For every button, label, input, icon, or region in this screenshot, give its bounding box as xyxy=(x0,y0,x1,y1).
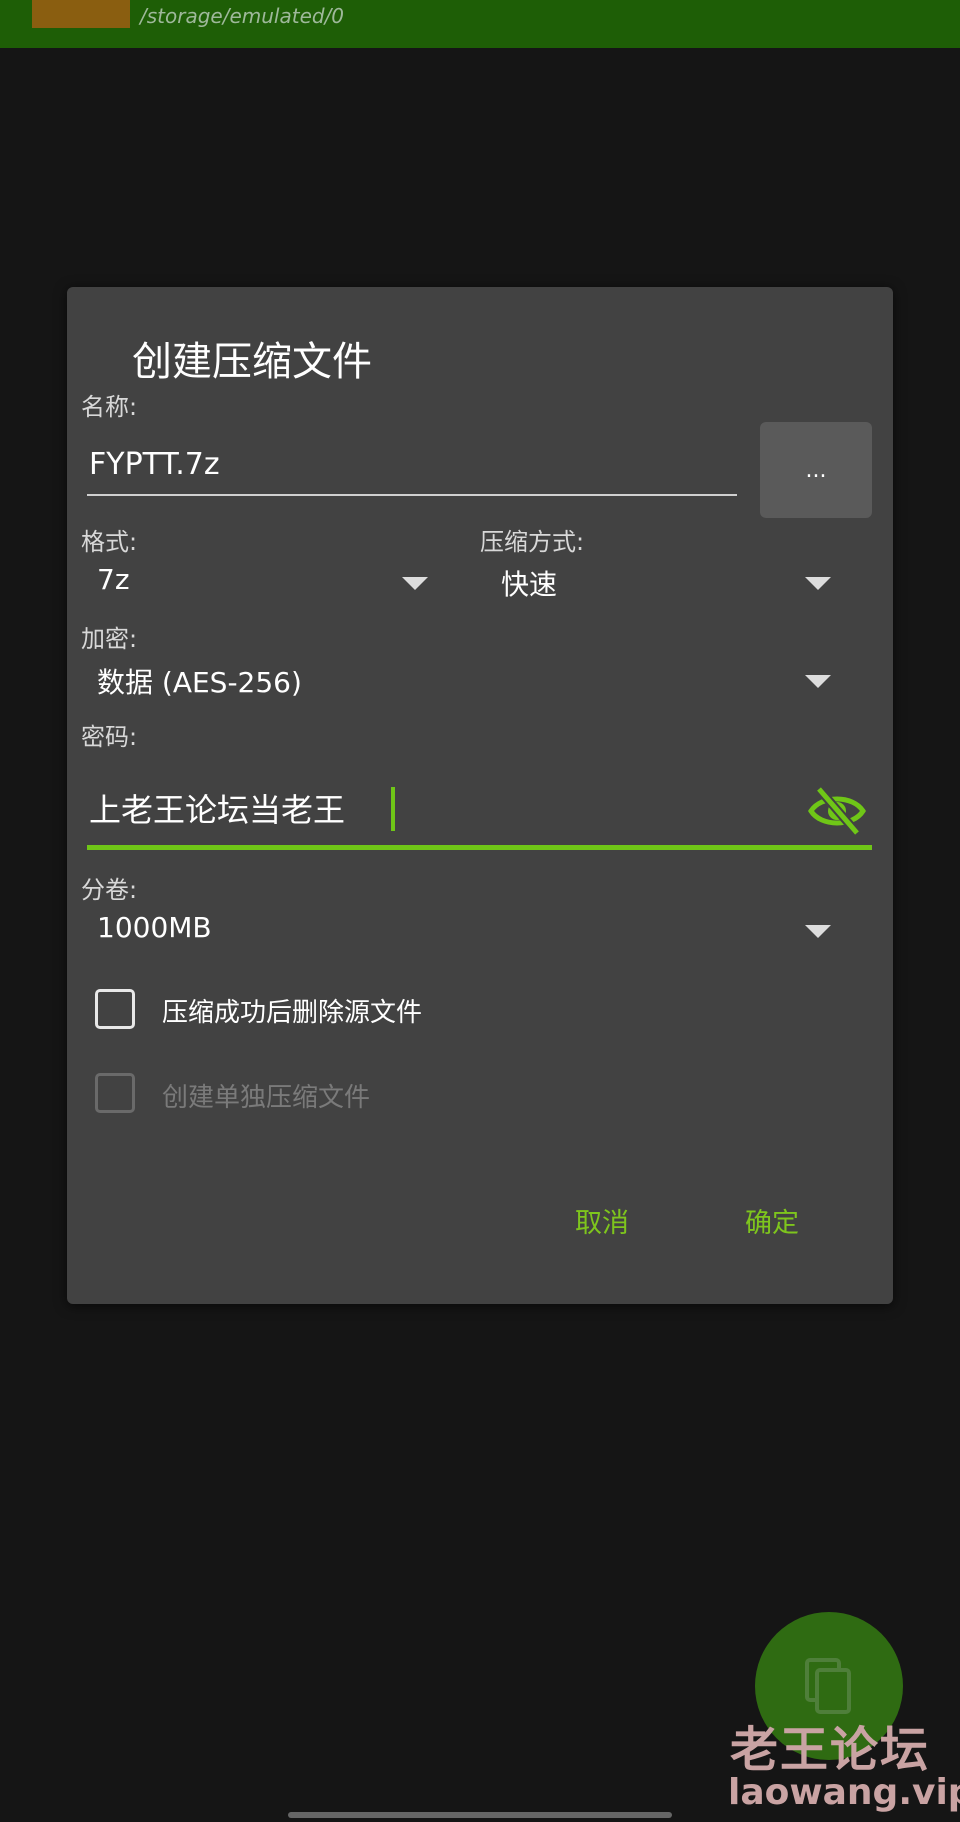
ok-button[interactable]: 确定 xyxy=(745,1201,799,1240)
separate-archives-checkbox xyxy=(95,1073,135,1113)
volume-dropdown[interactable]: 1000MB xyxy=(87,905,872,955)
method-label: 压缩方式: xyxy=(480,528,585,556)
dialog-title: 创建压缩文件 xyxy=(132,339,372,385)
current-path: /storage/emulated/0 xyxy=(140,4,345,28)
format-dropdown[interactable]: 7z xyxy=(87,557,457,607)
volume-value: 1000MB xyxy=(97,911,212,944)
method-dropdown[interactable]: 快速 xyxy=(487,557,872,607)
encryption-label: 加密: xyxy=(81,625,138,653)
volume-label: 分卷: xyxy=(81,876,138,904)
delete-source-checkbox[interactable] xyxy=(95,989,135,1029)
topbar-tab-indicator xyxy=(32,0,130,28)
watermark-title: 老王论坛 xyxy=(730,1722,931,1778)
top-bar: /storage/emulated/0 xyxy=(0,0,960,48)
text-cursor xyxy=(391,787,395,831)
copy-icon xyxy=(805,1658,851,1714)
password-label: 密码: xyxy=(81,723,138,751)
name-input[interactable]: FYPTT.7z xyxy=(89,447,220,482)
name-label: 名称: xyxy=(81,393,138,421)
method-value: 快速 xyxy=(501,568,558,601)
browse-button[interactable]: ... xyxy=(760,422,872,518)
home-indicator[interactable] xyxy=(288,1812,672,1818)
separate-archives-label: 创建单独压缩文件 xyxy=(162,1083,371,1113)
password-input-underline xyxy=(87,845,872,850)
format-value: 7z xyxy=(97,563,130,596)
delete-source-label: 压缩成功后删除源文件 xyxy=(162,998,423,1028)
eye-off-icon[interactable] xyxy=(807,785,867,837)
name-input-underline xyxy=(87,494,737,496)
caret-down-icon xyxy=(805,675,831,688)
format-label: 格式: xyxy=(81,528,138,556)
create-archive-dialog: 创建压缩文件 名称: FYPTT.7z ... 格式: 压缩方式: 7z 快速 … xyxy=(67,287,893,1304)
caret-down-icon xyxy=(805,577,831,590)
encryption-dropdown[interactable]: 数据 (AES-256) xyxy=(87,655,872,705)
caret-down-icon xyxy=(402,577,428,590)
cancel-button[interactable]: 取消 xyxy=(575,1201,629,1240)
watermark-url: laowang.vip xyxy=(728,1772,960,1813)
encryption-value: 数据 (AES-256) xyxy=(97,666,302,699)
caret-down-icon xyxy=(805,925,831,938)
password-input[interactable]: 上老王论坛当老王 xyxy=(89,785,345,831)
